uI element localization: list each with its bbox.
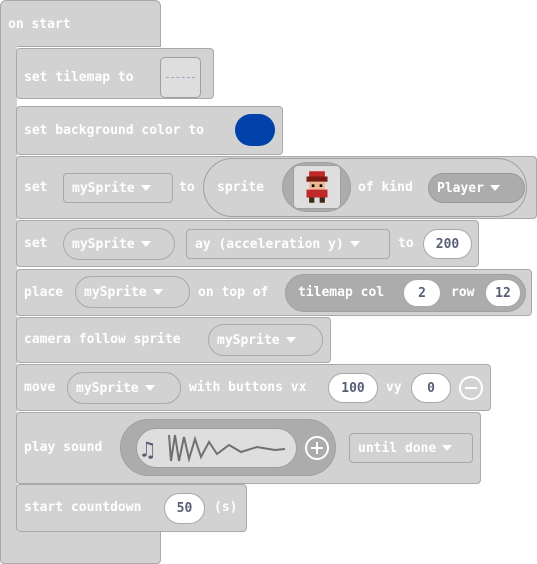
move-label: move <box>24 380 56 395</box>
chevron-down-icon <box>285 337 296 343</box>
on-top-of-label: on top of <box>198 285 269 300</box>
variable-name: mySprite <box>72 180 135 196</box>
play-mode-dropdown[interactable]: until done <box>349 433 473 463</box>
chevron-down-icon <box>349 241 360 247</box>
countdown-input[interactable]: 50 <box>164 493 205 524</box>
col-input[interactable]: 2 <box>403 279 441 307</box>
chevron-down-icon <box>144 385 155 391</box>
property-name: ay (acceleration y) <box>195 236 344 252</box>
tilemap-thumbnail[interactable] <box>160 57 201 98</box>
minus-icon[interactable] <box>459 376 483 400</box>
set-background-label: set background color to <box>24 123 205 138</box>
variable-dropdown[interactable]: mySprite <box>208 324 323 356</box>
kind-dropdown[interactable]: Player <box>428 173 525 203</box>
plus-icon[interactable] <box>305 436 329 460</box>
camera-label: camera follow sprite <box>24 332 181 347</box>
variable-name: mySprite <box>84 284 147 300</box>
property-dropdown[interactable]: ay (acceleration y) <box>186 229 390 259</box>
ay-value-input[interactable]: 200 <box>423 229 472 259</box>
variable-dropdown[interactable]: mySprite <box>67 372 181 404</box>
chevron-down-icon <box>442 445 453 451</box>
variable-name: mySprite <box>72 236 135 252</box>
sprite-image[interactable] <box>293 165 341 209</box>
sprite-label: sprite <box>217 180 264 195</box>
variable-dropdown[interactable]: mySprite <box>63 228 175 260</box>
vx-input[interactable]: 100 <box>328 373 378 403</box>
player-sprite-icon <box>306 171 328 203</box>
with-buttons-vx-label: with buttons vx <box>189 380 307 395</box>
play-sound-label: play sound <box>24 440 103 455</box>
chevron-down-icon <box>152 289 163 295</box>
play-mode-value: until done <box>358 440 437 456</box>
on-start-footer <box>0 532 161 564</box>
variable-dropdown[interactable]: mySprite <box>63 173 173 203</box>
of-kind-label: of kind <box>358 180 413 195</box>
vy-input[interactable]: 0 <box>411 373 451 403</box>
on-start-label: on start <box>8 17 71 32</box>
music-note-icon: ♫ <box>141 438 154 463</box>
kind-value: Player <box>437 180 484 196</box>
sound-waveform-field[interactable]: ♫ <box>136 428 297 468</box>
set-label: set <box>24 236 48 251</box>
to-label: to <box>398 236 414 251</box>
seconds-unit-label: (s) <box>214 500 238 515</box>
countdown-label: start countdown <box>24 500 142 515</box>
set-tilemap-label: set tilemap to <box>24 70 134 85</box>
row-input[interactable]: 12 <box>485 279 521 307</box>
place-label: place <box>24 285 64 300</box>
set-label: set <box>24 180 48 195</box>
vy-label: vy <box>386 380 402 395</box>
to-label: to <box>179 180 195 195</box>
chevron-down-icon <box>489 185 500 191</box>
on-start-arm <box>0 40 17 534</box>
chevron-down-icon <box>140 185 151 191</box>
variable-name: mySprite <box>217 332 280 348</box>
variable-dropdown[interactable]: mySprite <box>75 276 190 308</box>
variable-name: mySprite <box>76 380 139 396</box>
chevron-down-icon <box>140 241 151 247</box>
row-label: row <box>451 285 475 300</box>
tilemap-col-label: tilemap col <box>298 285 385 300</box>
color-swatch[interactable] <box>235 114 275 146</box>
waveform-icon: ♫ <box>141 434 286 463</box>
